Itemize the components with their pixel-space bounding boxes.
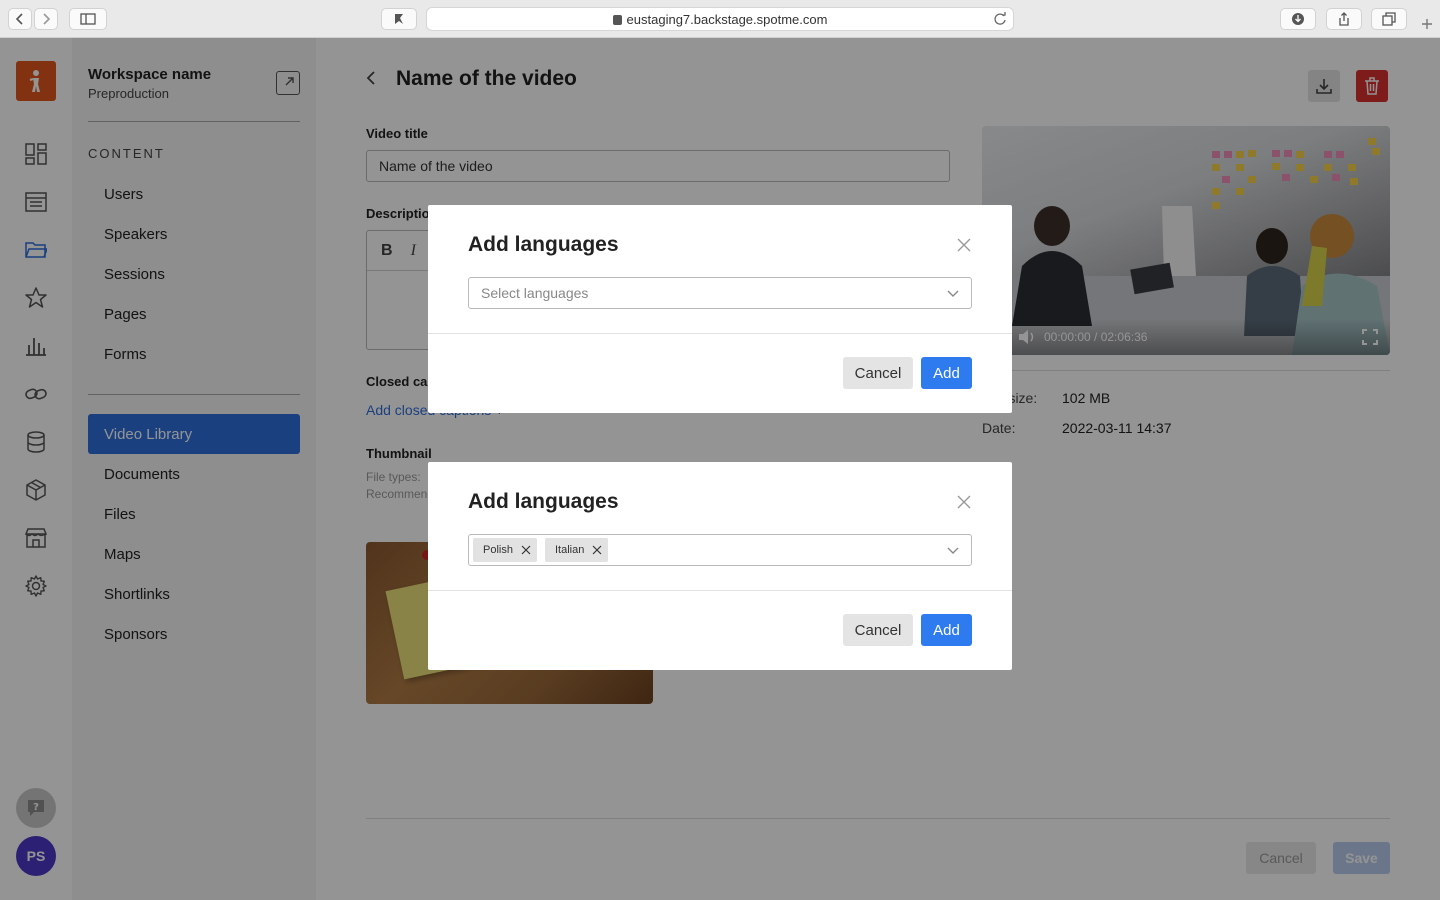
browser-extension-button[interactable] (381, 8, 417, 30)
modal-title: Add languages (468, 233, 619, 256)
share-icon (1339, 12, 1349, 26)
browser-back-button[interactable] (8, 8, 32, 30)
language-tag-polish: Polish (473, 538, 537, 562)
add-button[interactable]: Add (921, 357, 972, 389)
language-select[interactable]: Select languages (468, 277, 972, 309)
remove-tag-icon[interactable] (521, 545, 531, 555)
download-circle-icon (1292, 13, 1304, 25)
add-languages-modal-filled: Add languages Polish Italian Cancel Add (428, 462, 1012, 670)
browser-tabs-button[interactable] (1371, 8, 1407, 30)
modal-divider (428, 333, 1012, 334)
modal-title: Add languages (468, 490, 619, 513)
sidebar-toggle-icon (80, 13, 96, 25)
close-icon[interactable] (956, 494, 972, 510)
browser-sidebar-button[interactable] (69, 8, 107, 30)
tag-label: Polish (483, 544, 513, 556)
cancel-button[interactable]: Cancel (843, 614, 913, 646)
modal-divider (428, 590, 1012, 591)
chevron-down-icon (947, 547, 959, 554)
new-tab-button[interactable] (1417, 11, 1437, 37)
cancel-button[interactable]: Cancel (843, 357, 913, 389)
lock-icon (612, 15, 622, 25)
select-placeholder: Select languages (481, 285, 589, 301)
chevron-down-icon (947, 290, 959, 297)
remove-tag-icon[interactable] (592, 545, 602, 555)
close-icon[interactable] (956, 237, 972, 253)
language-tag-italian: Italian (544, 538, 609, 562)
tabs-icon (1382, 12, 1396, 26)
plus-icon (1422, 19, 1432, 29)
chevron-left-icon (15, 13, 23, 25)
add-languages-modal-empty: Add languages Select languages Cancel Ad… (428, 205, 1012, 413)
extension-icon (395, 14, 403, 24)
language-select[interactable]: Polish Italian (468, 534, 972, 566)
address-bar[interactable]: eustaging7.backstage.spotme.com (426, 7, 1014, 31)
browser-toolbar: eustaging7.backstage.spotme.com (0, 0, 1440, 38)
browser-downloads-button[interactable] (1280, 8, 1316, 30)
tag-label: Italian (554, 544, 585, 556)
reload-icon[interactable] (993, 12, 1007, 26)
add-button[interactable]: Add (921, 614, 972, 646)
url-text: eustaging7.backstage.spotme.com (626, 11, 828, 27)
browser-forward-button[interactable] (34, 8, 58, 30)
chevron-right-icon (43, 13, 51, 25)
browser-share-button[interactable] (1326, 8, 1362, 30)
